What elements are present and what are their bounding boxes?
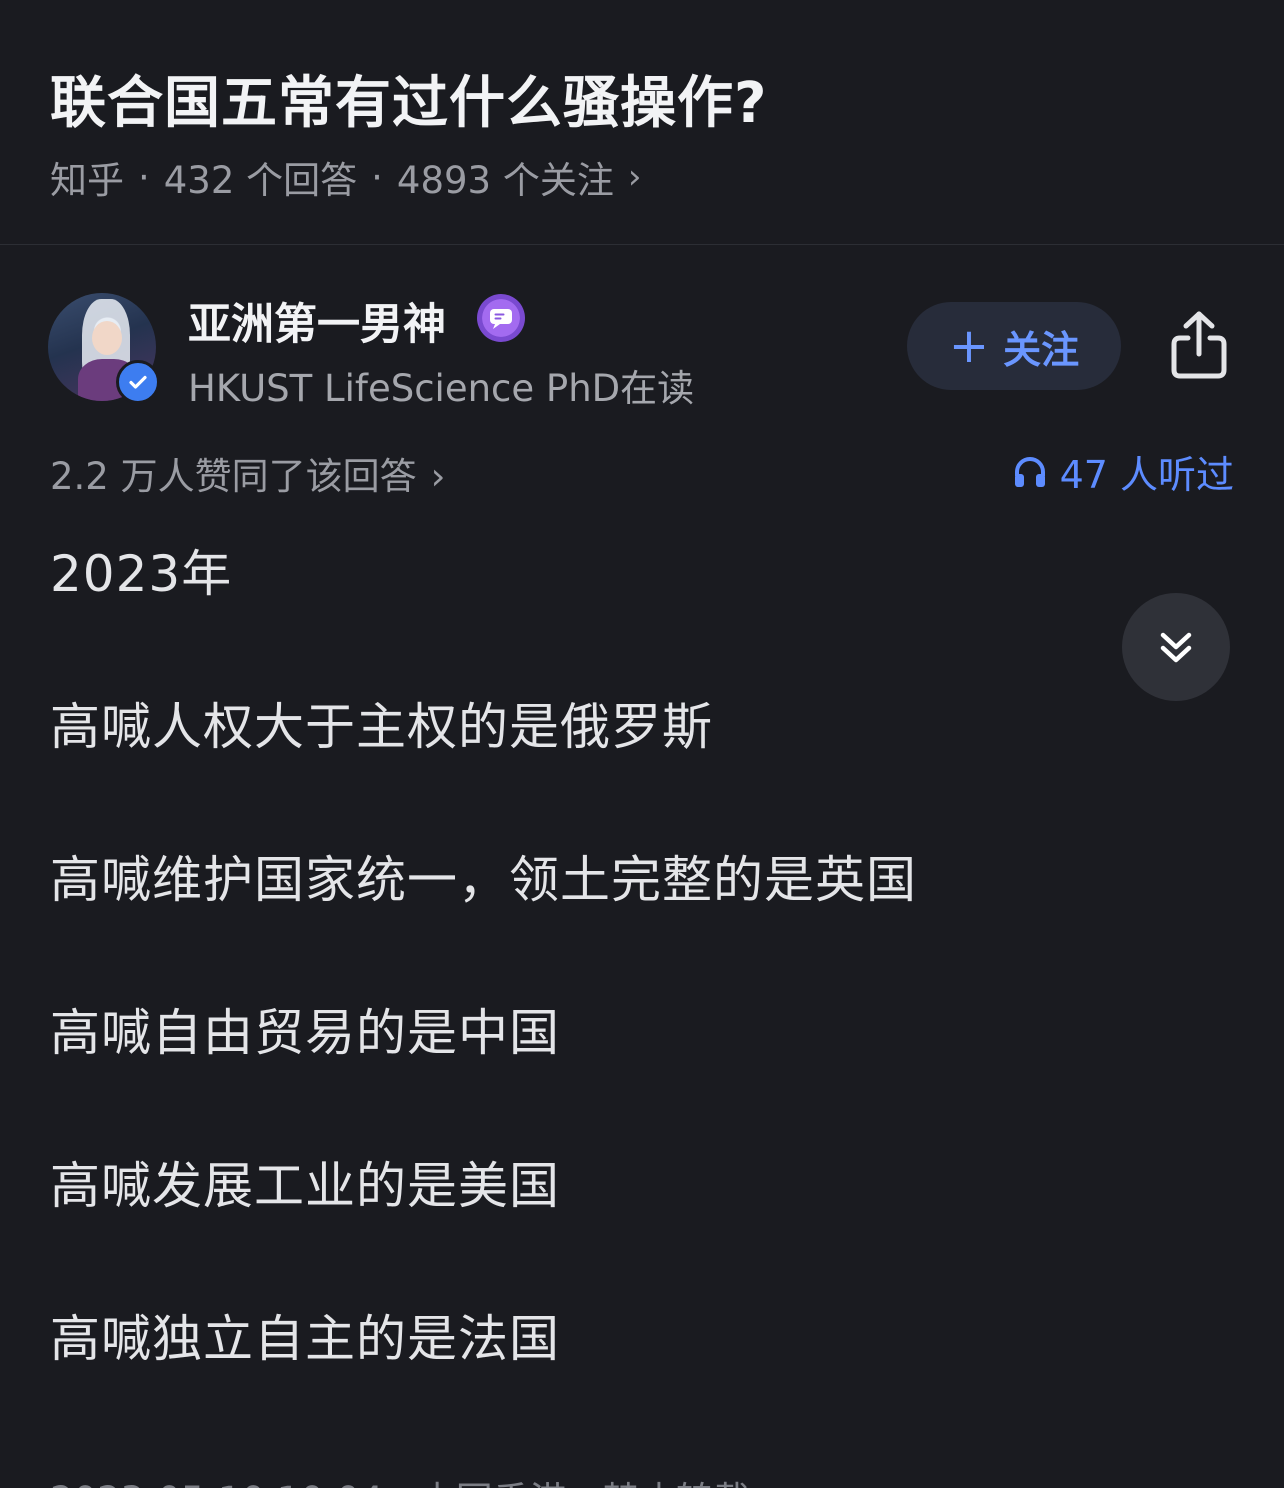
question-title[interactable]: 联合国五常有过什么骚操作? <box>50 58 767 139</box>
source-label: 知乎 <box>50 159 124 202</box>
message-badge-icon[interactable] <box>477 294 525 342</box>
header-divider <box>0 244 1284 245</box>
listen-count: 47 人听过 <box>1059 453 1234 497</box>
meta-separator: · <box>138 155 150 199</box>
answer-paragraph: 高喊自由贸易的是中国 <box>50 1004 560 1062</box>
answer-paragraph: 高喊发展工业的是美国 <box>50 1157 560 1215</box>
upvote-summary[interactable]: 2.2 万人赞同了该回答 › <box>50 446 445 500</box>
answer-paragraph: 高喊维护国家统一，领土完整的是英国 <box>50 851 917 909</box>
plus-icon: + <box>948 318 990 374</box>
author-name[interactable]: 亚洲第一男神 <box>188 290 446 352</box>
check-badge-icon <box>116 360 160 404</box>
share-icon[interactable] <box>1166 308 1232 382</box>
answer-paragraph: 高喊独立自主的是法国 <box>50 1310 560 1368</box>
chevron-right-icon: › <box>627 157 642 197</box>
headphones-icon <box>1014 456 1045 487</box>
follower-count: 4893 个关注 <box>396 159 614 202</box>
upvote-count: 2.2 万人赞同了该回答 <box>50 455 417 498</box>
meta-separator: · <box>371 155 383 199</box>
author-description: HKUST LifeScience PhD在读 <box>188 367 695 410</box>
double-chevron-down-icon[interactable] <box>1122 593 1230 701</box>
question-meta[interactable]: 知乎 · 432 个回答 · 4893 个关注 › <box>50 150 641 204</box>
answer-paragraph: 2023年 <box>50 545 233 603</box>
chevron-right-icon: › <box>430 455 446 498</box>
follow-label: 关注 <box>1003 327 1080 372</box>
answer-page: 联合国五常有过什么骚操作? 知乎 · 432 个回答 · 4893 个关注 › … <box>0 0 1284 1488</box>
answer-paragraph: 高喊人权大于主权的是俄罗斯 <box>50 698 713 756</box>
answer-footer: 2023-05-10 10:04 · 中国香港 · 禁止转载 <box>50 1470 750 1488</box>
listen-button[interactable]: 47 人听过 <box>1012 444 1234 499</box>
follow-button[interactable]: + 关注 <box>907 302 1121 390</box>
answer-count: 432 个回答 <box>163 159 358 202</box>
